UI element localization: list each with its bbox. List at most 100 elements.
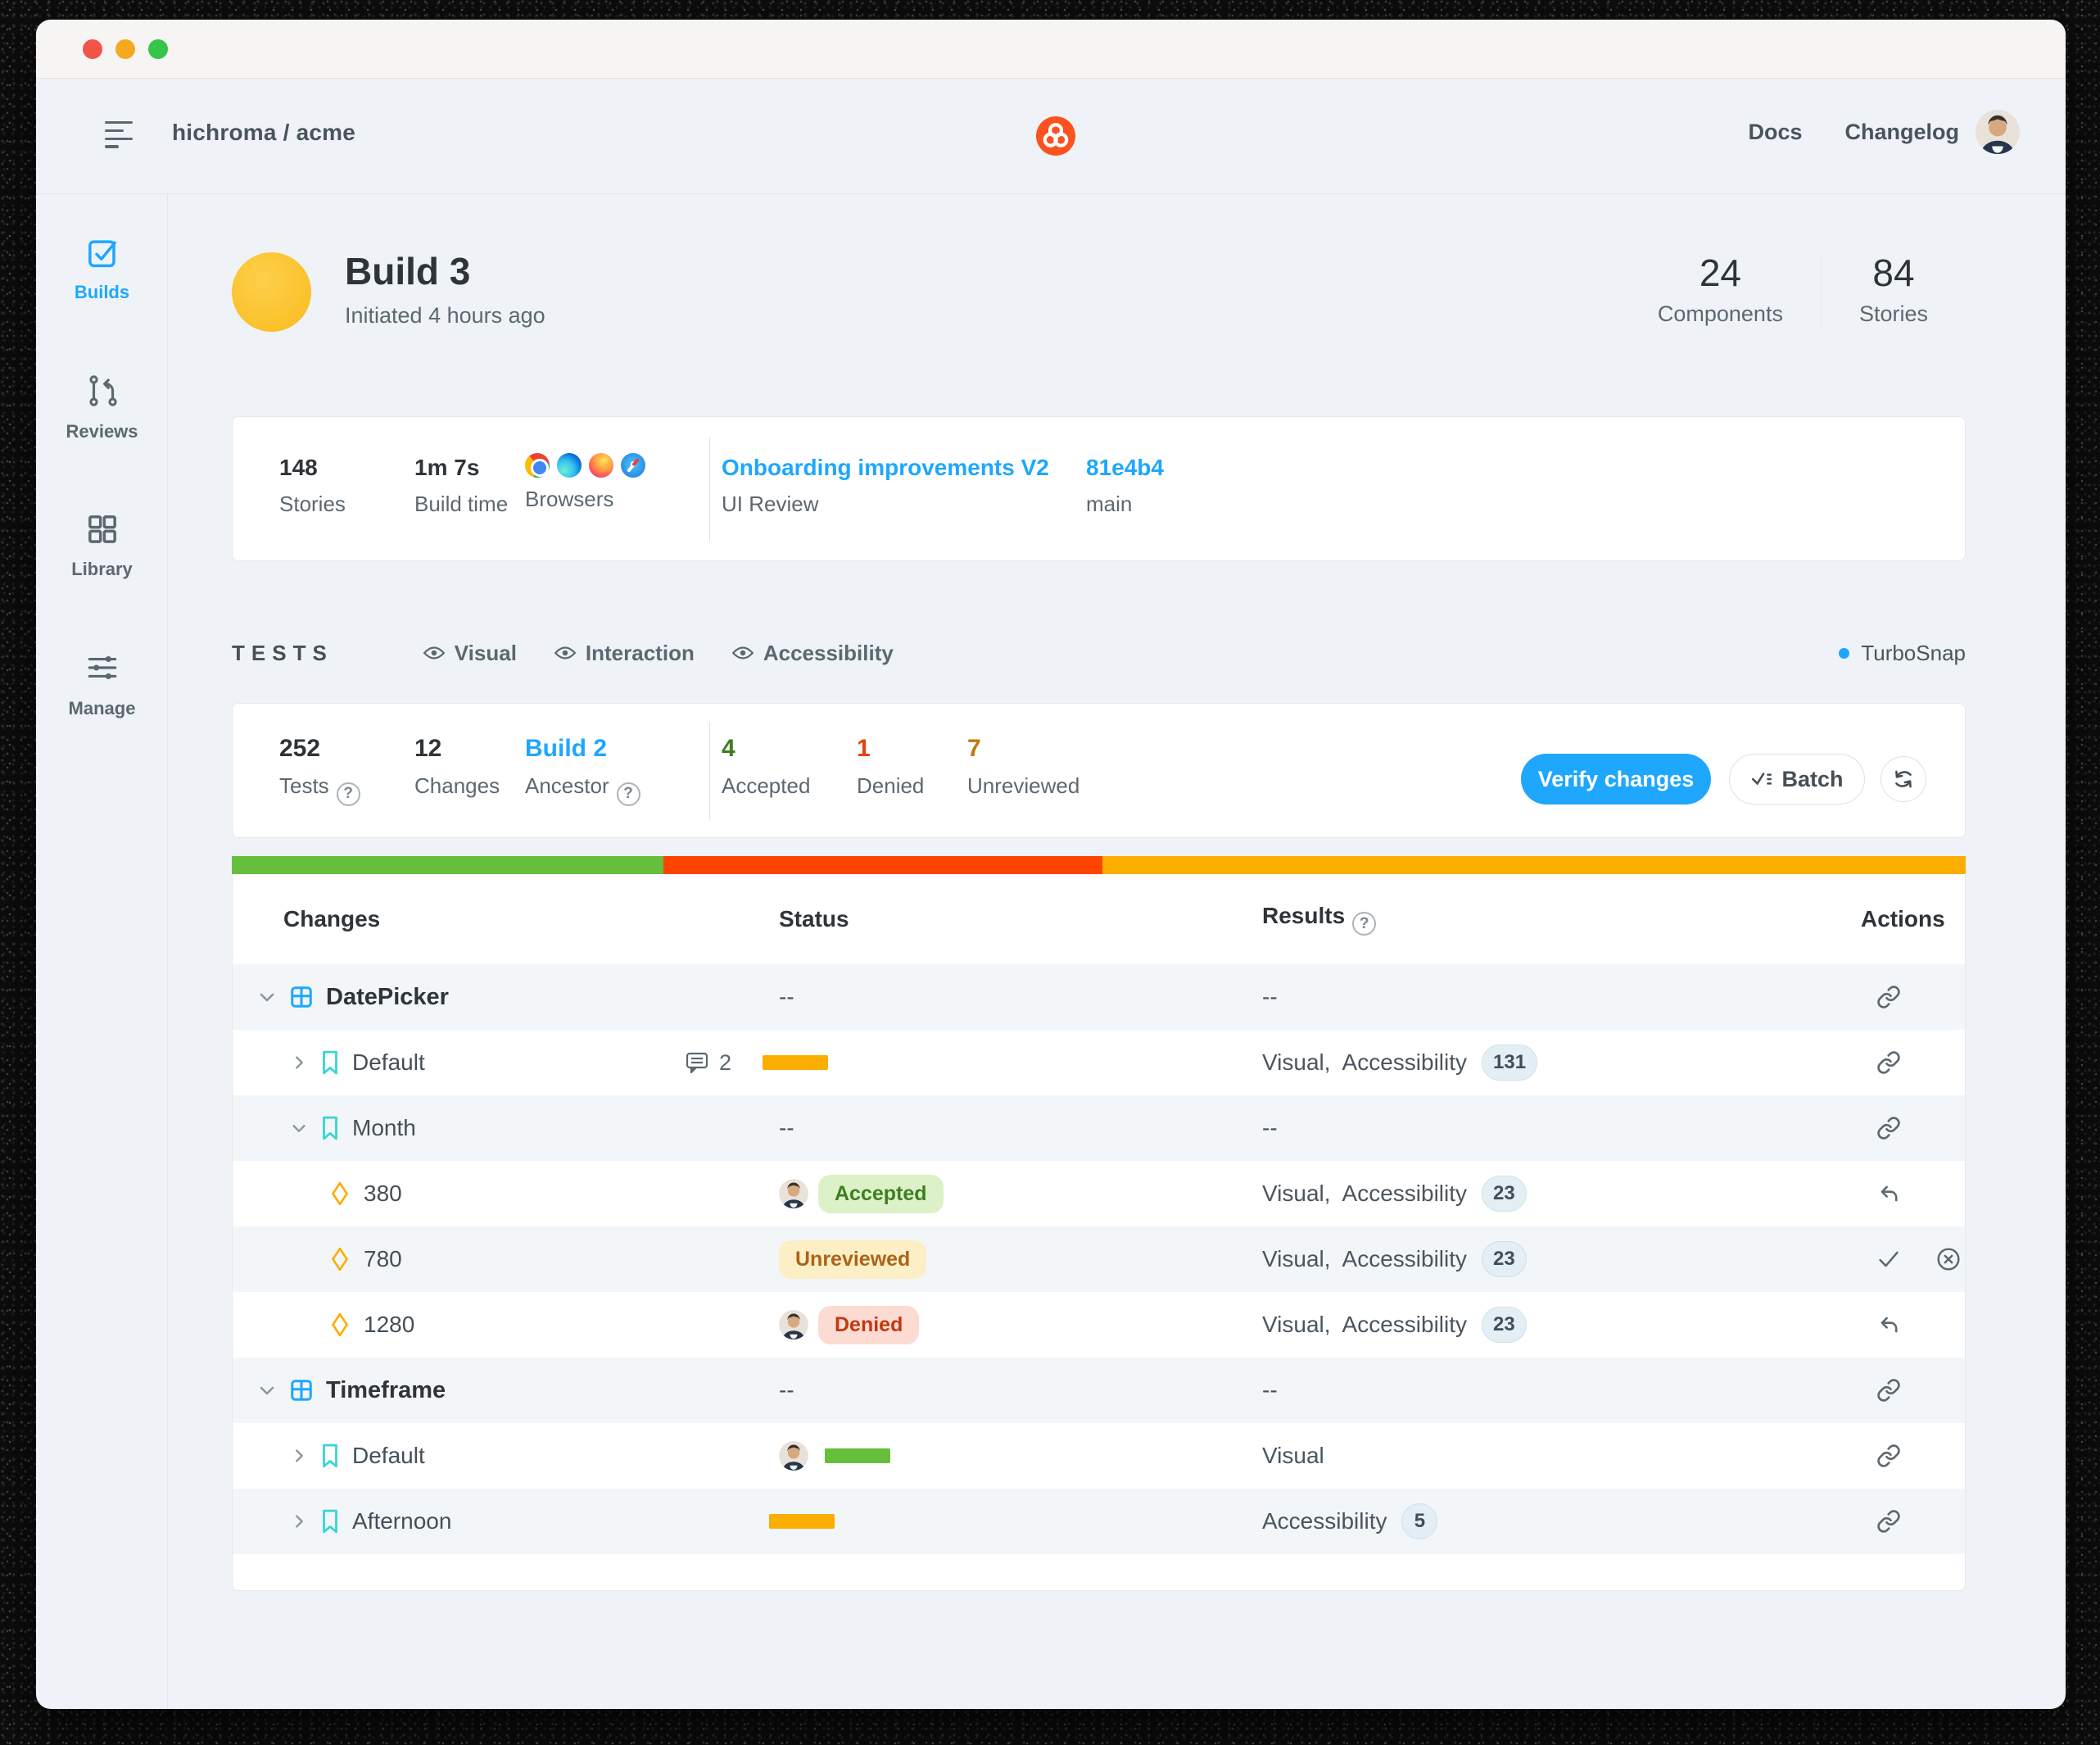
summary-build-time: 1m 7s Build time [414,455,508,517]
component-icon [289,1378,314,1403]
builds-icon [85,235,120,270]
results-text: Visual, Accessibility [1262,1049,1467,1076]
toggle-accessibility[interactable]: Accessibility [732,641,894,666]
results-text: Visual [1262,1443,1324,1469]
table-header: Changes Status Results? Actions [233,874,1965,964]
sidebar-item-label: Manage [36,698,168,719]
commit-link[interactable]: 81e4b4 [1086,455,1164,481]
eye-icon [554,645,576,661]
results-count-badge: 23 [1482,1307,1527,1343]
col-actions: Actions [1850,906,1965,932]
story-name[interactable]: Month [352,1115,416,1141]
chevron-down-icon[interactable] [257,1380,277,1400]
status-badge[interactable]: Accepted [818,1175,944,1213]
eye-icon [423,645,445,661]
chromatic-logo-icon[interactable] [1036,116,1075,156]
toggle-visual[interactable]: Visual [423,641,517,666]
sidebar-item-builds[interactable]: Builds [36,235,168,303]
deny-circle-x-icon[interactable] [1935,1246,1962,1272]
review-progress-bar [232,856,1966,874]
col-changes: Changes [233,906,779,932]
help-icon[interactable]: ? [337,782,360,806]
status-badge[interactable]: Denied [818,1306,919,1344]
permalink-icon[interactable] [1876,985,1901,1009]
help-icon[interactable]: ? [617,782,640,806]
summary-commit: 81e4b4 main [1086,455,1164,517]
table-row-test-780[interactable]: 780 Unreviewed Visual, Accessibility 23 [233,1226,1965,1292]
batch-button[interactable]: Batch [1729,754,1865,805]
sidebar-item-manage[interactable]: Manage [36,650,168,719]
sidebar-item-library[interactable]: Library [36,512,168,580]
nav-changelog[interactable]: Changelog [1845,120,1960,145]
stat-stories: 84 Stories [1822,254,1966,327]
undo-icon[interactable] [1876,1312,1901,1337]
manage-icon [84,650,120,686]
table-row-datepicker[interactable]: DatePicker -- -- [233,964,1965,1030]
user-avatar[interactable] [1976,110,2020,154]
story-name[interactable]: Afternoon [352,1508,451,1534]
chevron-right-icon[interactable] [290,1054,308,1072]
refresh-button[interactable] [1880,756,1926,802]
toggle-interaction[interactable]: Interaction [554,641,695,666]
results-text: Visual, Accessibility [1262,1181,1467,1207]
turbosnap-indicator[interactable]: TurboSnap [1839,641,1966,666]
page-title: Build 3 [345,249,470,293]
table-row-test-1280[interactable]: 1280 Denied Visual, Accessibility 23 [233,1292,1965,1357]
results-empty: -- [1262,1115,1278,1141]
status-badge[interactable]: Unreviewed [779,1240,926,1279]
minimize-window-button[interactable] [115,39,135,59]
test-name[interactable]: 380 [364,1181,402,1207]
verify-changes-button[interactable]: Verify changes [1521,754,1711,805]
sidebar-item-reviews[interactable]: Reviews [36,373,168,442]
permalink-icon[interactable] [1876,1509,1901,1534]
pr-link[interactable]: Onboarding improvements V2 [722,455,1049,481]
table-row-afternoon[interactable]: Afternoon Accessibility 5 [233,1489,1965,1554]
story-name[interactable]: Default [352,1443,425,1469]
permalink-icon[interactable] [1876,1378,1901,1403]
table-row-timeframe[interactable]: Timeframe -- -- [233,1357,1965,1423]
status-bar [769,1514,835,1529]
story-name[interactable]: Default [352,1049,425,1076]
chevron-down-icon[interactable] [257,987,277,1007]
col-results: Results? [1262,903,1850,936]
chevron-down-icon[interactable] [290,1119,308,1137]
table-row-month[interactable]: Month -- -- [233,1095,1965,1161]
story-bookmark-icon [319,1509,341,1534]
test-name[interactable]: 780 [364,1246,402,1272]
status-bar [763,1055,828,1070]
component-name[interactable]: DatePicker [326,984,449,1011]
comment-count[interactable]: 2 [685,1050,731,1076]
table-row-default-timeframe[interactable]: Default Visual [233,1423,1965,1489]
progress-unreviewed [1102,856,1966,874]
permalink-icon[interactable] [1876,1050,1901,1075]
sidebar-item-label: Builds [36,282,168,303]
app-header: hichroma / acme Docs Changelog [36,79,2066,194]
reviewer-avatar [779,1441,808,1471]
status-empty: -- [779,984,794,1010]
summary-stories: 148 Stories [279,455,346,517]
component-name[interactable]: Timeframe [326,1377,446,1404]
breadcrumb[interactable]: hichroma / acme [172,120,355,146]
zoom-window-button[interactable] [148,39,168,59]
close-window-button[interactable] [83,39,102,59]
undo-icon[interactable] [1876,1181,1901,1206]
stat-components: 24 Components [1620,254,1821,327]
col-status: Status [779,906,1262,932]
test-name[interactable]: 1280 [364,1312,414,1338]
chevron-right-icon[interactable] [290,1512,308,1530]
nav-docs[interactable]: Docs [1748,120,1802,145]
accept-check-icon[interactable] [1876,1247,1901,1271]
chevron-right-icon[interactable] [290,1447,308,1465]
permalink-icon[interactable] [1876,1444,1901,1468]
results-count-badge: 23 [1482,1241,1527,1277]
permalink-icon[interactable] [1876,1116,1901,1140]
help-icon[interactable]: ? [1352,912,1376,936]
ancestor-link[interactable]: Build 2 [525,735,640,763]
results-count-badge: 23 [1482,1176,1527,1212]
story-bookmark-icon [319,1116,341,1140]
turbosnap-dot-icon [1839,648,1849,659]
macos-titlebar [36,20,2066,79]
menu-icon[interactable] [105,121,134,149]
table-row-test-380[interactable]: 380 Accepted Visual, Accessibility 23 [233,1161,1965,1226]
table-row-default[interactable]: Default 2 Visual, Accessibility 131 [233,1030,1965,1095]
